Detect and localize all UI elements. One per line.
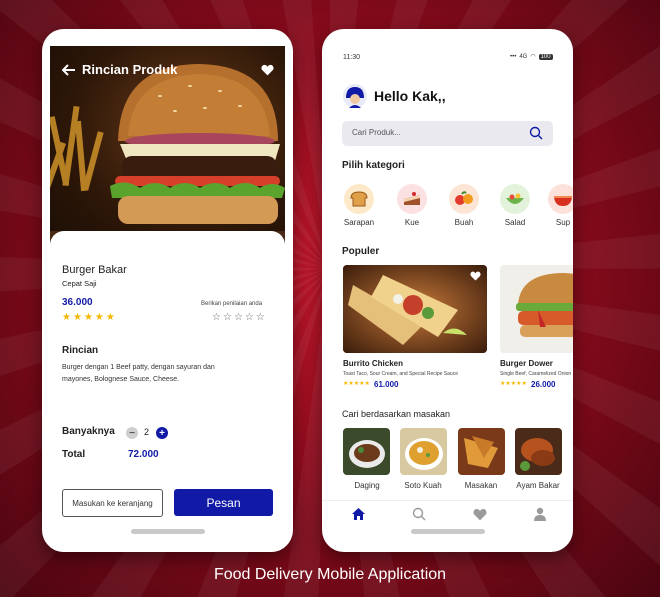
product-rating: ★ ★ ★ ★ ★ <box>62 312 115 323</box>
star-icon: ★ <box>62 312 71 323</box>
cuisine-masakan-image[interactable] <box>458 428 505 475</box>
star-icon: ★★★★★ <box>343 381 370 387</box>
product-name: Burger Bakar <box>62 264 127 276</box>
popular-item-price: 61.000 <box>374 380 399 389</box>
popular-item-desc: Toast Taco, Sour Cream, and Special Reci… <box>343 371 458 377</box>
popular-item-price: 26.000 <box>531 380 556 389</box>
order-button[interactable]: Pesan <box>174 489 273 516</box>
profile-icon[interactable] <box>534 507 546 521</box>
popular-item-rating: ★★★★★ <box>343 380 370 387</box>
description-title: Rincian <box>62 345 99 356</box>
popular-card-burrito-image[interactable] <box>343 265 487 353</box>
search-icon[interactable] <box>412 507 426 521</box>
category-kue[interactable]: Kue <box>395 184 429 227</box>
cuisine-label: Masakan <box>464 481 498 490</box>
category-label: Sup <box>555 218 571 227</box>
search-icon[interactable] <box>529 126 543 140</box>
status-time: 11:30 <box>343 54 360 61</box>
popular-card-burger-image[interactable] <box>500 265 573 353</box>
cuisine-label: Soto Kuah <box>404 481 442 490</box>
category-buah[interactable]: Buah <box>447 184 481 227</box>
home-phone: 11:30 ••• 4G ◠ 100 Hello Kak,, Cari Prod… <box>322 29 573 552</box>
wifi-icon: ◠ <box>530 54 536 60</box>
bread-icon <box>344 184 374 214</box>
search-input[interactable]: Cari Produk... <box>352 128 401 137</box>
quantity-label: Banyaknya <box>62 426 115 437</box>
product-detail-phone: Rincian Produk Burger Bakar Cepat Saji 3… <box>42 29 293 552</box>
empty-star-icon[interactable]: ☆ <box>234 312 243 323</box>
avatar-icon[interactable] <box>343 84 367 108</box>
decrease-quantity-button[interactable]: − <box>126 427 138 439</box>
empty-star-icon[interactable]: ☆ <box>256 312 265 323</box>
salad-icon <box>500 184 530 214</box>
battery-icon: 100 <box>538 53 553 60</box>
cuisine-ayam-bakar-image[interactable] <box>515 428 562 475</box>
presentation-caption: Food Delivery Mobile Application <box>213 566 447 583</box>
popular-title: Populer <box>342 246 380 257</box>
greeting-text: Hello Kak,, <box>374 88 446 104</box>
popular-item-name[interactable]: Burger Dower <box>500 359 553 368</box>
empty-star-icon[interactable]: ☆ <box>212 312 221 323</box>
product-price: 36.000 <box>62 297 93 308</box>
increase-quantity-button[interactable]: + <box>156 427 168 439</box>
cuisine-label: Ayam Bakar <box>516 481 560 490</box>
empty-star-icon[interactable]: ☆ <box>245 312 254 323</box>
category-label: Salad <box>504 218 526 227</box>
description-line-1: Burger dengan 1 Beef patty, dengan sayur… <box>62 364 215 371</box>
category-label: Buah <box>454 218 474 227</box>
detail-header: Rincian Produk <box>62 62 177 77</box>
add-to-cart-button[interactable]: Masukan ke keranjang <box>62 489 163 517</box>
star-icon: ★ <box>72 312 82 323</box>
popular-item-rating: ★★★★★ <box>500 380 527 387</box>
categories-title: Pilih kategori <box>342 160 405 171</box>
status-icons: ••• 4G ◠ 100 <box>510 53 553 60</box>
search-bar[interactable]: Cari Produk... <box>342 121 553 146</box>
empty-star-icon[interactable]: ☆ <box>223 312 232 323</box>
cuisine-soto-kuah-image[interactable] <box>400 428 447 475</box>
favorite-heart-icon[interactable] <box>261 64 274 76</box>
popular-item-desc: Single Beef, Caramelized Onion <box>500 371 572 377</box>
category-label: Sarapan <box>343 218 375 227</box>
cuisine-label: Daging <box>354 481 380 490</box>
cuisine-title: Cari berdasarkan masakan <box>342 409 451 419</box>
user-rating-input[interactable]: ☆ ☆ ☆ ☆ ☆ <box>212 312 265 323</box>
star-icon: ★ <box>105 312 115 323</box>
dots-icon: ••• <box>510 53 517 60</box>
cuisine-daging-image[interactable] <box>343 428 390 475</box>
network-label: 4G <box>519 53 528 60</box>
bottom-navbar <box>322 500 573 529</box>
category-sarapan[interactable]: Sarapan <box>342 184 376 227</box>
star-icon: ★ <box>94 312 104 323</box>
category-label: Kue <box>404 218 420 227</box>
soup-icon <box>548 184 573 214</box>
favorite-heart-icon[interactable] <box>470 271 481 281</box>
category-salad[interactable]: Salad <box>498 184 532 227</box>
category-sup[interactable]: Sup <box>546 184 573 227</box>
heart-icon[interactable] <box>473 508 487 521</box>
detail-header-title: Rincian Produk <box>82 62 178 77</box>
total-label: Total <box>62 449 86 460</box>
back-arrow-icon[interactable] <box>62 63 76 76</box>
home-indicator <box>410 529 485 534</box>
popular-item-name[interactable]: Burrito Chicken <box>343 359 403 368</box>
star-icon: ★★★★★ <box>500 381 527 387</box>
description-line-2: mayones, Bolognese Sauce, Cheese. <box>62 376 180 383</box>
cake-icon <box>397 184 427 214</box>
home-icon[interactable] <box>351 507 366 521</box>
total-value: 72.000 <box>128 449 159 460</box>
quantity-value: 2 <box>144 427 150 437</box>
home-indicator <box>130 529 205 534</box>
star-icon: ★ <box>83 312 93 323</box>
rating-prompt: Berikan penilaian anda <box>201 301 263 307</box>
product-subtitle: Cepat Saji <box>62 279 97 288</box>
fruit-icon <box>449 184 479 214</box>
